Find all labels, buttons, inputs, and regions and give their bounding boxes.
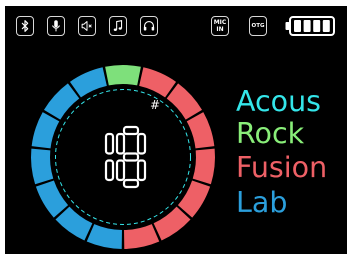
digit-segment xyxy=(122,152,140,162)
digit-segment xyxy=(136,159,147,182)
brand-line-acous: Acous xyxy=(236,85,322,118)
digit-segment xyxy=(122,125,140,136)
ring-segment-red xyxy=(177,180,211,218)
ring-segment-blue xyxy=(55,206,93,241)
device-screen: MIC IN OTG # Acous Rock Fusion Lab xyxy=(5,6,347,254)
brand-line-lab: Lab xyxy=(236,186,288,219)
ring-segment-blue xyxy=(86,224,122,249)
ring-segment-blue xyxy=(31,112,60,149)
ring-segment-green xyxy=(105,65,141,86)
ring-segment-blue xyxy=(35,180,69,218)
ring-segment-red xyxy=(192,148,215,185)
note-display xyxy=(104,125,147,189)
ring-segment-red xyxy=(153,206,191,241)
digit-segment xyxy=(104,132,115,155)
digit-segment xyxy=(136,132,147,155)
digit-segment xyxy=(104,159,115,182)
ring-segment-red xyxy=(124,224,160,249)
ring-segment-blue xyxy=(31,148,54,185)
brand-line-rock: Rock xyxy=(236,117,305,150)
digit-segment xyxy=(122,178,140,189)
digit-segment xyxy=(115,132,126,155)
ring-segment-blue xyxy=(43,83,80,120)
sharp-symbol: # xyxy=(150,98,160,112)
ring-segment-red xyxy=(186,112,215,149)
digit-segment xyxy=(115,159,126,182)
brand-line-fusion: Fusion xyxy=(236,151,328,184)
ring-segment-red xyxy=(166,83,203,120)
